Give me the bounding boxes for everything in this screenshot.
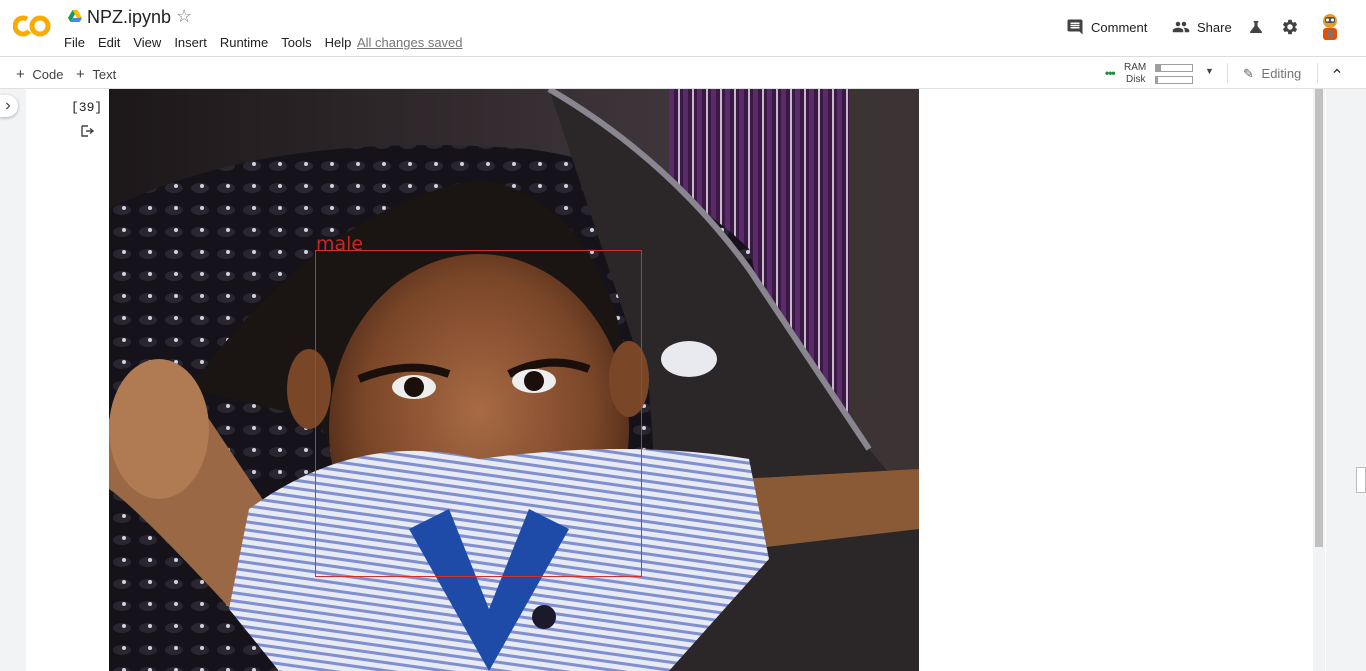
menu-view[interactable]: View: [133, 35, 161, 50]
ram-label: RAM: [1124, 62, 1147, 73]
disk-usage-fill: [1156, 77, 1158, 83]
disk-label: Disk: [1126, 74, 1146, 85]
code-cell[interactable]: [39] male: [26, 89, 1326, 671]
menu-insert[interactable]: Insert: [174, 35, 207, 50]
ram-usage-fill: [1156, 65, 1162, 71]
add-text-label: Text: [92, 67, 117, 82]
menu-runtime[interactable]: Runtime: [220, 35, 268, 50]
pencil-icon: ✎: [1243, 66, 1254, 81]
collapse-header-button[interactable]: [1330, 64, 1344, 81]
side-panel-toggle[interactable]: [0, 95, 18, 117]
save-status-link[interactable]: All changes saved: [357, 35, 463, 50]
labs-button[interactable]: [1247, 18, 1265, 36]
add-text-button[interactable]: + Text: [76, 66, 116, 83]
output-image: male: [109, 89, 919, 671]
face-bounding-box: [315, 250, 642, 577]
flask-icon: [1250, 21, 1262, 33]
google-drive-icon: [68, 10, 82, 22]
editing-label: Editing: [1261, 66, 1302, 81]
menu-bar: File Edit View Insert Runtime Tools Help: [64, 35, 364, 50]
menu-file[interactable]: File: [64, 35, 85, 50]
share-button[interactable]: Share: [1171, 18, 1232, 36]
menu-edit[interactable]: Edit: [98, 35, 120, 50]
disk-usage-bar: [1155, 76, 1193, 84]
comment-icon: [1067, 19, 1083, 35]
add-code-label: Code: [32, 67, 64, 82]
comment-label: Comment: [1091, 19, 1148, 35]
star-icon[interactable]: ☆: [176, 6, 192, 27]
notebook-title[interactable]: NPZ.ipynb: [87, 7, 171, 28]
account-avatar[interactable]: [1318, 12, 1342, 42]
share-label: Share: [1197, 19, 1232, 35]
top-header: NPZ.ipynb ☆ File Edit View Insert Runtim…: [0, 0, 1366, 57]
execution-count: [39]: [71, 100, 103, 115]
settings-button[interactable]: [1281, 18, 1299, 36]
chevron-right-icon: [6, 102, 11, 110]
plus-icon: +: [76, 66, 85, 83]
chevron-up-icon: [1333, 68, 1341, 73]
dropdown-arrow-icon[interactable]: ▼: [1205, 66, 1214, 76]
menu-tools[interactable]: Tools: [281, 35, 311, 50]
page-scrollbar-thumb[interactable]: [1356, 467, 1366, 493]
toolbar-divider: [1227, 63, 1228, 83]
menu-help[interactable]: Help: [325, 35, 352, 50]
notebook-area: [39] male: [0, 89, 1366, 671]
page-scrollbar[interactable]: [1341, 89, 1366, 671]
output-options-button[interactable]: [80, 124, 95, 143]
colab-logo[interactable]: [13, 12, 51, 40]
output-scrollbar-thumb[interactable]: [1315, 89, 1323, 547]
comment-button[interactable]: Comment: [1066, 18, 1147, 36]
output-redirect-icon: [81, 125, 95, 137]
avatar: [1323, 14, 1337, 40]
add-code-button[interactable]: + Code: [16, 66, 63, 83]
resource-monitor[interactable]: ••• RAM Disk ▼: [1105, 61, 1220, 87]
connected-status-icon: •••: [1105, 66, 1116, 80]
notebook-toolbar: + Code + Text ••• RAM Disk ▼ ✎ Editing: [0, 58, 1366, 89]
editing-mode-button[interactable]: ✎ Editing: [1243, 66, 1301, 82]
people-icon: [1172, 21, 1190, 33]
output-scrollbar[interactable]: [1313, 89, 1325, 671]
toolbar-divider: [1317, 63, 1318, 83]
gear-icon: [1282, 19, 1298, 35]
plus-icon: +: [16, 66, 25, 83]
ram-usage-bar: [1155, 64, 1193, 72]
